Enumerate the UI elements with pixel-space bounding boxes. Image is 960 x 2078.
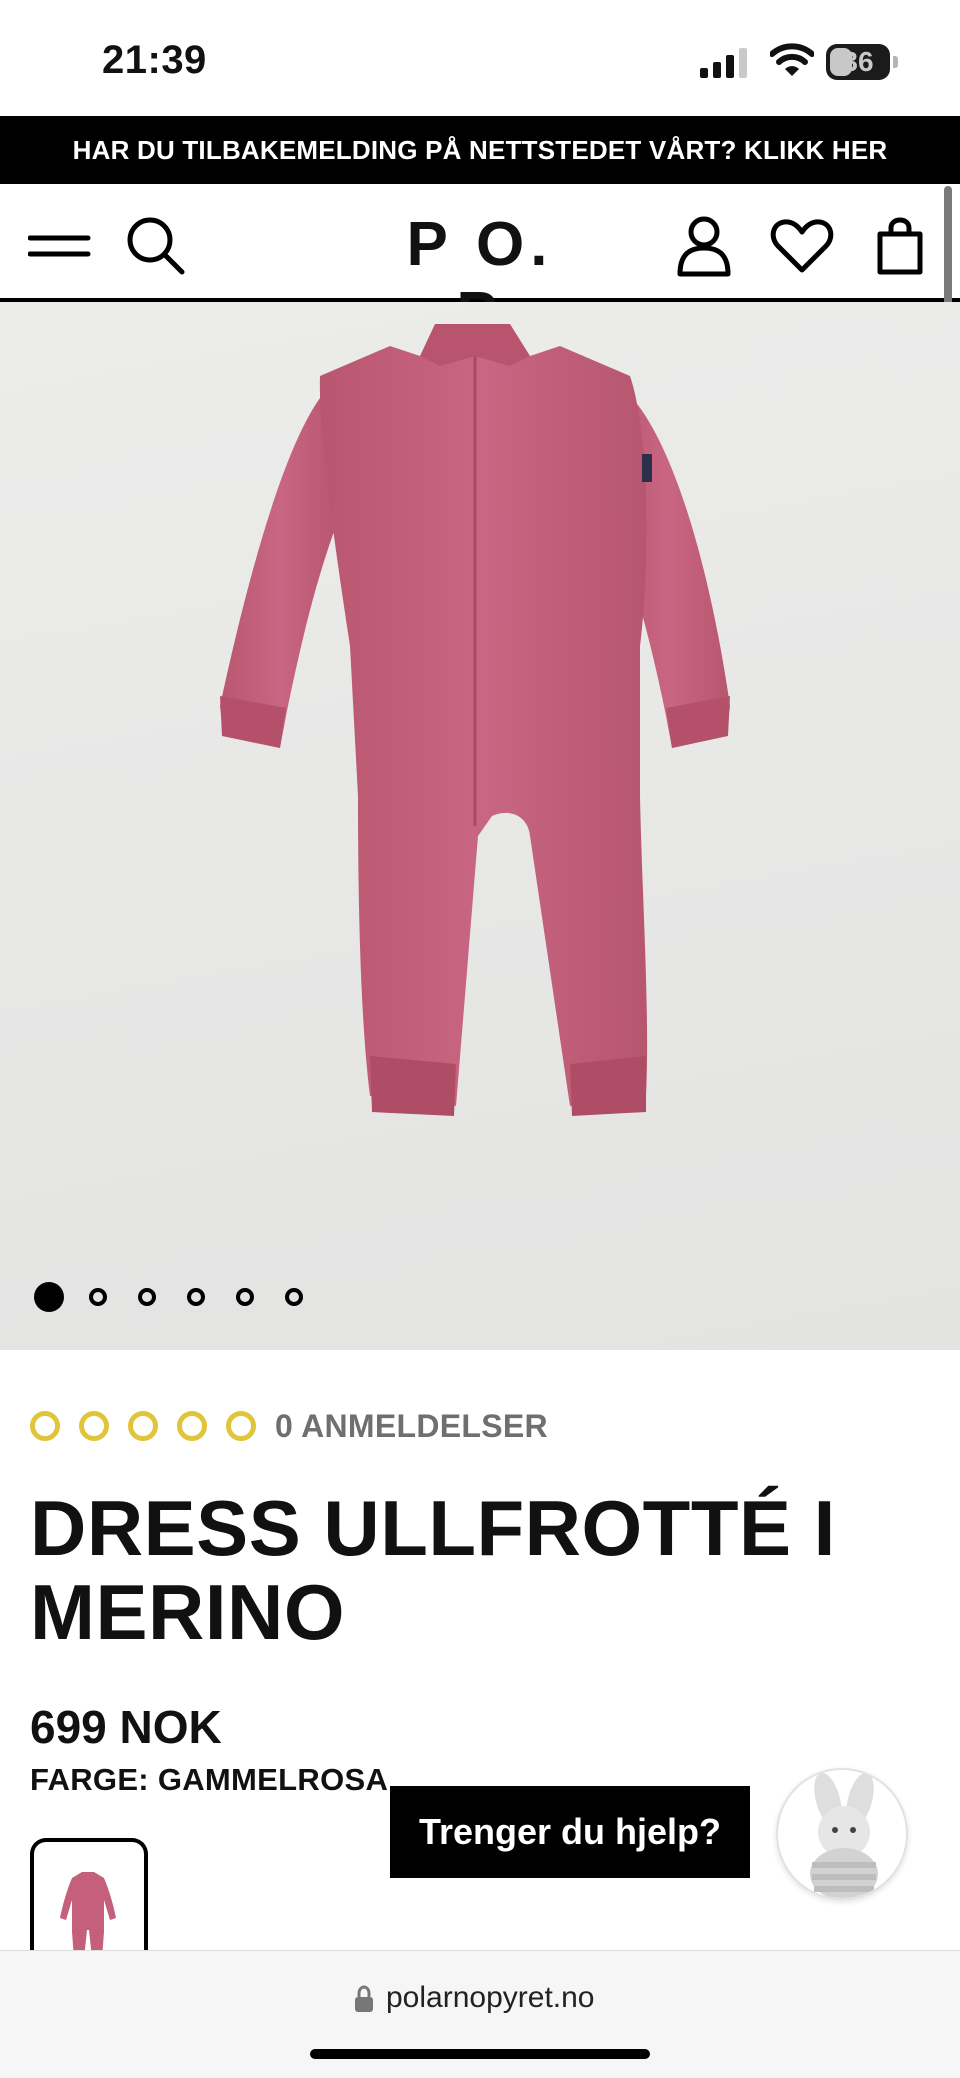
product-rating[interactable]: 0 ANMELDELSER xyxy=(30,1408,548,1444)
color-swatch-selected[interactable] xyxy=(30,1838,148,1958)
cellular-signal-icon xyxy=(700,48,747,78)
site-logo[interactable]: P O. P xyxy=(384,210,576,349)
rating-star-icon xyxy=(177,1411,207,1441)
swatch-thumbnail xyxy=(60,1872,116,1958)
help-chat-button[interactable]: Trenger du hjelp? xyxy=(390,1786,750,1878)
site-header: P O. P xyxy=(0,184,960,349)
help-chat-avatar[interactable] xyxy=(776,1768,908,1900)
lock-icon xyxy=(355,1985,373,2012)
status-bar: 21:39 36 xyxy=(0,0,960,116)
browser-address-bar[interactable]: polarnopyret.no xyxy=(0,1950,960,2078)
gallery-dot[interactable] xyxy=(138,1288,156,1306)
browser-url[interactable]: polarnopyret.no xyxy=(386,1981,594,2015)
product-price: 699 NOK xyxy=(30,1701,222,1753)
menu-icon[interactable] xyxy=(28,214,92,278)
product-title: DRESS ULLFROTTÉ I MERINO xyxy=(30,1484,836,1656)
reviews-count[interactable]: 0 ANMELDELSER xyxy=(275,1408,548,1445)
rating-star-icon xyxy=(30,1411,60,1441)
feedback-banner-link[interactable]: HAR DU TILBAKEMELDING PÅ NETTSTEDET VÅRT… xyxy=(0,116,960,184)
rating-star-icon xyxy=(128,1411,158,1441)
home-indicator[interactable] xyxy=(310,2049,650,2059)
bunny-toy-icon xyxy=(810,1772,878,1898)
gallery-dot[interactable] xyxy=(236,1288,254,1306)
status-time: 21:39 xyxy=(102,38,207,82)
rating-star-icon xyxy=(79,1411,109,1441)
search-icon[interactable] xyxy=(124,214,188,278)
gallery-dot[interactable] xyxy=(187,1288,205,1306)
gallery-dot[interactable] xyxy=(34,1282,64,1312)
heart-icon[interactable] xyxy=(770,214,834,278)
product-image-pink-merino-onesie xyxy=(220,324,730,1116)
wifi-icon xyxy=(770,43,814,76)
battery-indicator: 36 xyxy=(826,44,898,80)
product-image-gallery[interactable] xyxy=(0,302,960,1350)
gallery-dot[interactable] xyxy=(89,1288,107,1306)
battery-level: 36 xyxy=(842,46,874,77)
gallery-dot[interactable] xyxy=(285,1288,303,1306)
bag-icon[interactable] xyxy=(868,214,932,278)
rating-star-icon xyxy=(226,1411,256,1441)
account-icon[interactable] xyxy=(672,214,736,278)
product-color-label: FARGE: GAMMELROSA xyxy=(30,1762,389,1797)
